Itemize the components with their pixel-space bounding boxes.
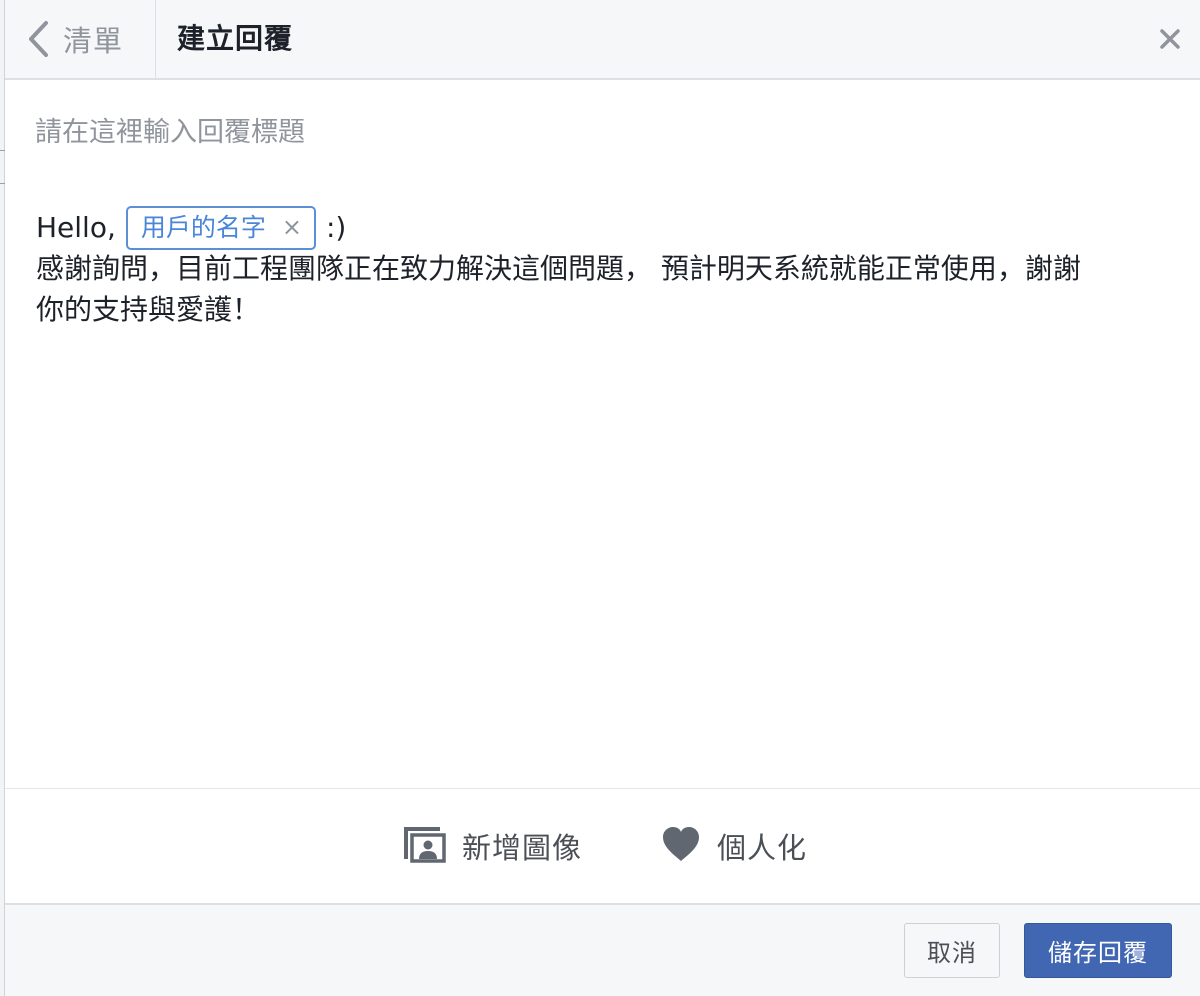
back-label: 清單 (63, 24, 124, 58)
close-icon (1156, 29, 1184, 57)
message-line: 你的支持與愛護！ (36, 293, 261, 326)
close-button[interactable] (1156, 25, 1184, 53)
heart-icon (661, 826, 701, 866)
user-name-token[interactable]: 用戶的名字 × (125, 205, 316, 250)
chevron-left-icon (27, 20, 49, 58)
dialog-header: 清單 建立回覆 (5, 0, 1200, 80)
token-remove-icon[interactable]: × (282, 207, 302, 248)
dialog-actions: 取消 儲存回覆 (5, 905, 1200, 996)
token-label: 用戶的名字 (140, 213, 266, 242)
add-image-icon (402, 825, 446, 867)
reply-message-editor[interactable]: Hello, 用戶的名字 × :) 感謝詢問，目前工程團隊正在致力解決這個問題，… (36, 205, 1166, 330)
reply-title-input[interactable] (35, 110, 1155, 154)
insert-toolbar: 新增圖像 個人化 (5, 788, 1200, 905)
back-to-list-button[interactable]: 清單 (27, 0, 155, 78)
message-line: Hello, 用戶的名字 × :) (36, 205, 1166, 250)
greeting-text: Hello, (36, 211, 116, 244)
cancel-button[interactable]: 取消 (904, 923, 1000, 978)
create-reply-dialog: 清單 建立回覆 Hello, 用戶的名字 × :) 感 (0, 0, 1200, 996)
add-image-label: 新增圖像 (462, 831, 583, 865)
personalize-label: 個人化 (717, 831, 808, 865)
personalize-button[interactable]: 個人化 (661, 789, 807, 903)
dialog-title: 建立回覆 (177, 22, 294, 55)
message-line: 感謝詢問，目前工程團隊正在致力解決這個問題， 預計明天系統就能正常使用，謝謝 (36, 252, 1081, 285)
add-image-button[interactable]: 新增圖像 (402, 789, 582, 903)
smiley-text: :) (326, 211, 347, 244)
editor-area: Hello, 用戶的名字 × :) 感謝詢問，目前工程團隊正在致力解決這個問題，… (5, 80, 1200, 788)
header-divider (155, 0, 156, 78)
save-reply-button[interactable]: 儲存回覆 (1024, 923, 1172, 978)
